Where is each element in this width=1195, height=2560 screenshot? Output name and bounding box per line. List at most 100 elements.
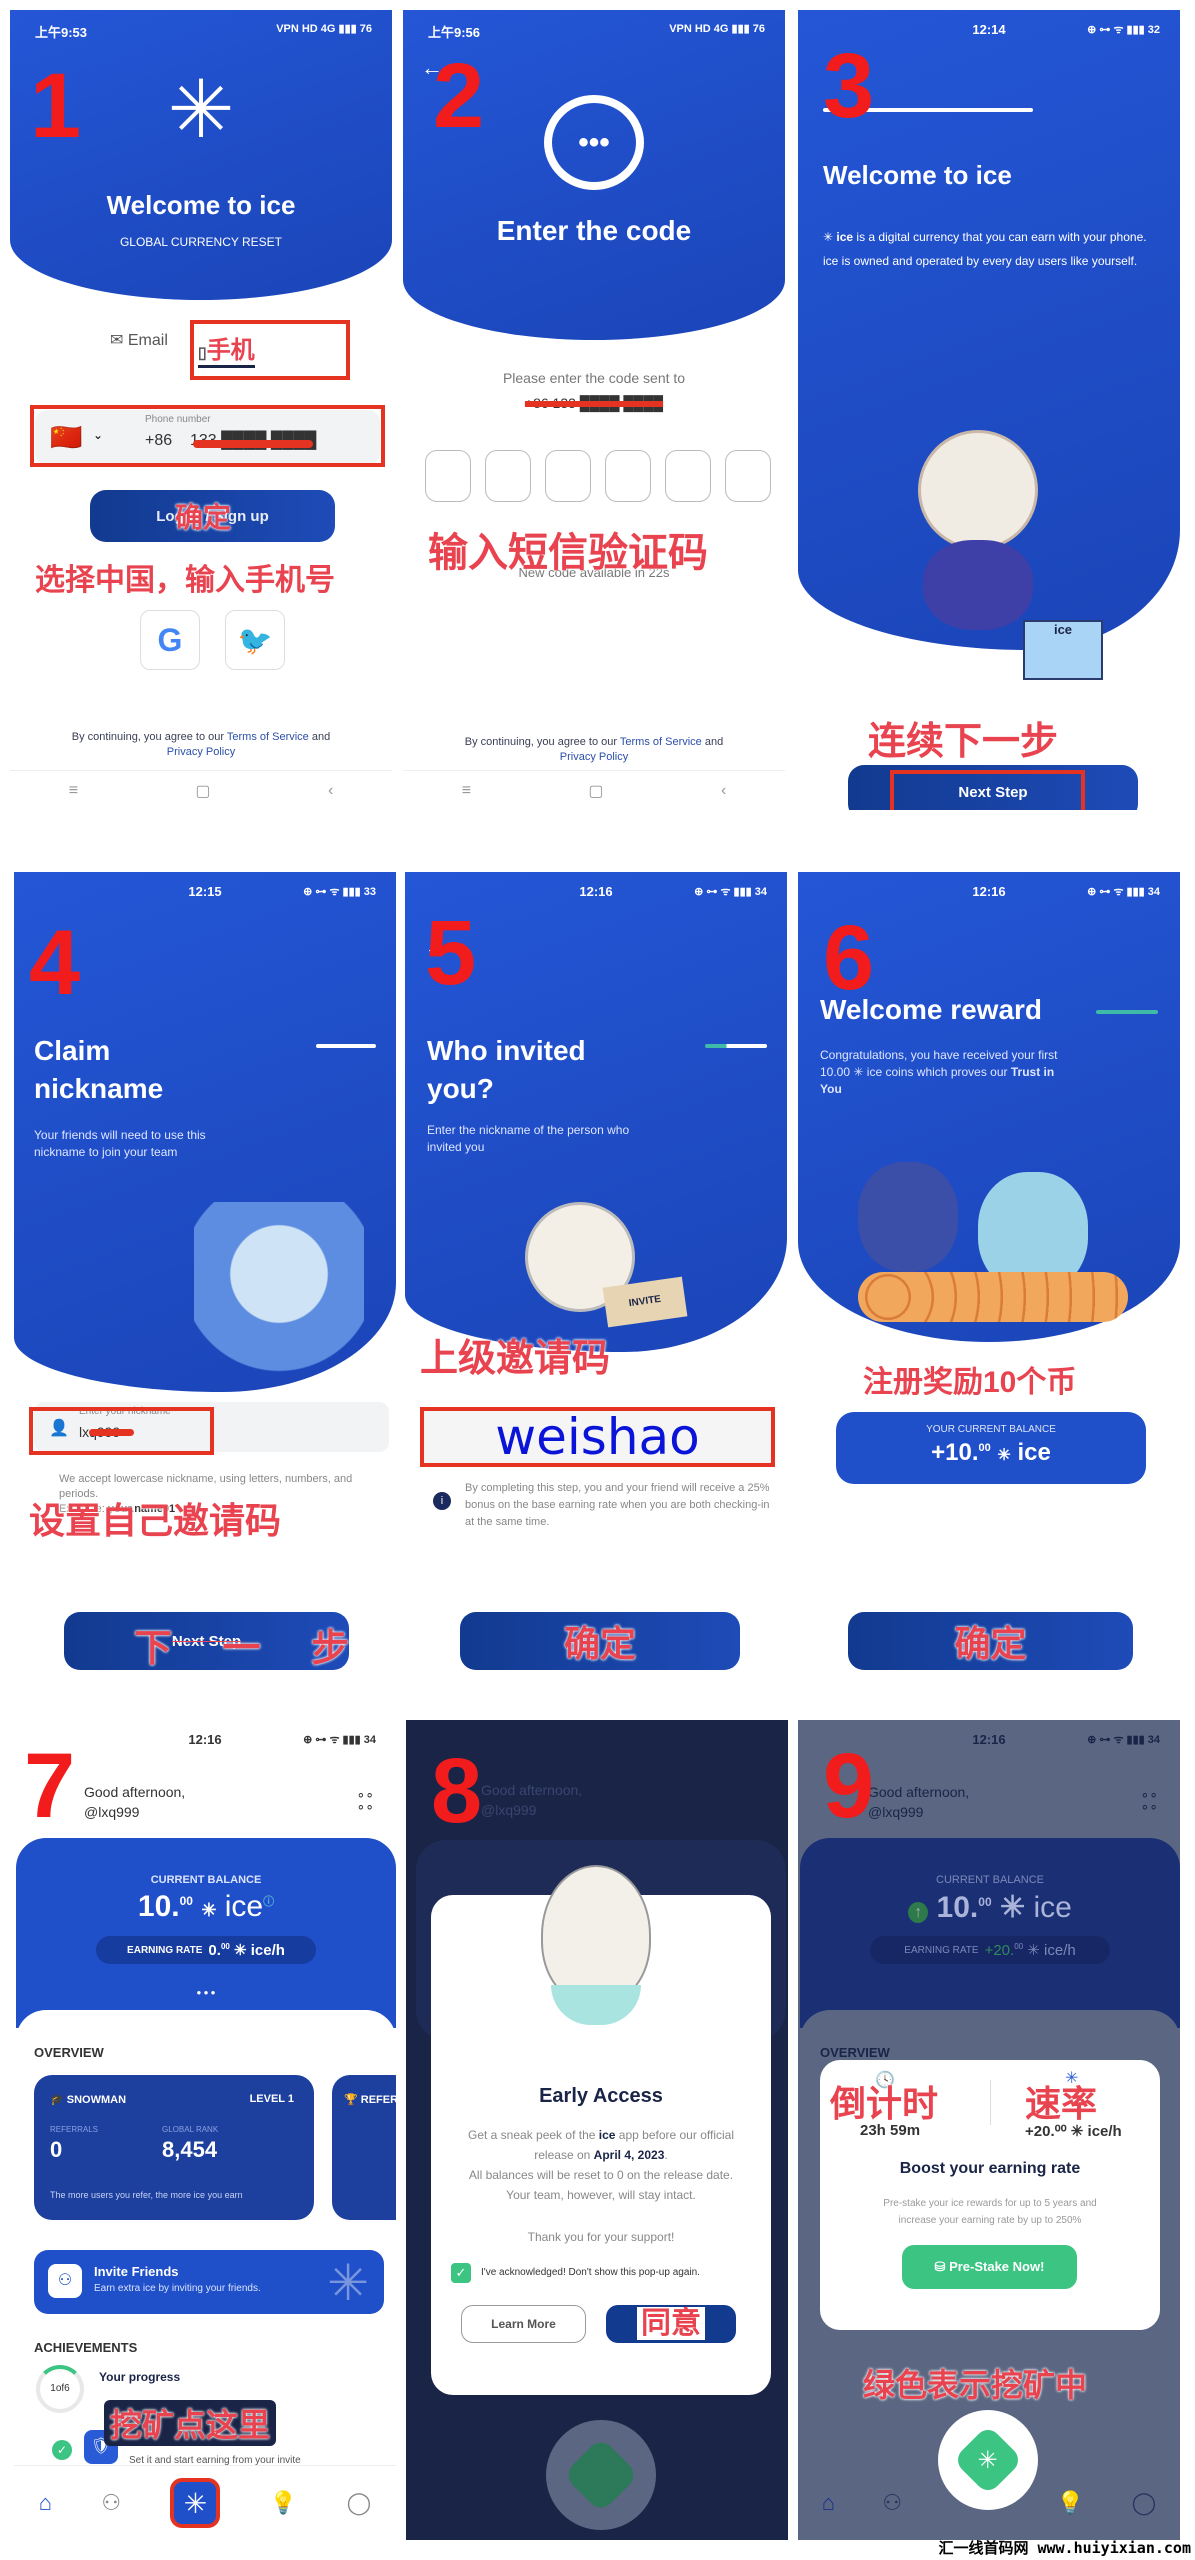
welcome-subtitle: GLOBAL CURRENCY RESET xyxy=(119,235,283,249)
back-icon[interactable]: ‹ xyxy=(721,782,726,800)
mascots-with-coins xyxy=(858,1162,958,1272)
android-navbar: ≡ ▢ ‹ xyxy=(403,770,785,810)
step-2-panel: 上午9:56 VPN HD 4G ▮▮▮ 76 ← ••• Enter the … xyxy=(403,10,785,810)
mail-icon: ✉ xyxy=(110,332,128,349)
tab-profile-icon[interactable]: ◯ xyxy=(347,2490,372,2516)
earning-rate-pill: EARNING RATE 0.00 ✳ ice/h xyxy=(96,1936,316,1964)
trophy-icon: 🏆 xyxy=(344,2094,361,2106)
watermark: 汇一线首码网 www.huiyixian.com xyxy=(938,2539,1191,2557)
graduation-cap-icon: 🎓 xyxy=(50,2094,67,2106)
menu-icon[interactable]: ≡ xyxy=(69,782,78,800)
snowman-card[interactable]: 🎓 SNOWMAN LEVEL 1 REFERRALS 0 GLOBAL RAN… xyxy=(34,2075,314,2220)
ice-icon: ✳ xyxy=(853,1065,864,1079)
progress-ring: 1of6 xyxy=(36,2365,84,2413)
phone-highlight-box xyxy=(30,405,385,467)
code-box[interactable] xyxy=(425,450,471,502)
step-number: 2 xyxy=(433,45,485,147)
confirm-annotation: 确定 xyxy=(175,502,232,533)
progress-title: Your progress xyxy=(99,2370,181,2384)
inviter-input[interactable]: weishao xyxy=(495,1408,700,1466)
terms-link[interactable]: Terms of Service xyxy=(227,731,309,743)
twitter-icon: 🐦 xyxy=(237,624,273,656)
acknowledge-label[interactable]: I've acknowledged! Don't show this pop-u… xyxy=(481,2267,700,2278)
agree-button[interactable]: 同意 xyxy=(606,2305,736,2343)
status-time: 上午9:53 xyxy=(35,25,88,40)
learn-more-button[interactable]: Learn More xyxy=(461,2305,586,2343)
ice-logo-icon: ✳ xyxy=(167,65,235,154)
code-box[interactable] xyxy=(605,450,651,502)
google-login-button[interactable]: G xyxy=(140,610,200,670)
code-box[interactable] xyxy=(485,450,531,502)
privacy-link[interactable]: Privacy Policy xyxy=(167,746,235,758)
menu-icon[interactable]: ≡ xyxy=(462,782,471,800)
code-box[interactable] xyxy=(725,450,771,502)
back-icon[interactable]: ‹ xyxy=(328,782,333,800)
tab-team-icon[interactable]: ⚇ xyxy=(101,2490,121,2516)
step-7-panel: 12:16 ⊕ ⊶ ᯤ ▮▮▮ 34 7 Good afternoon, @lxq… xyxy=(14,1720,396,2540)
modal-title: Early Access xyxy=(539,2085,663,2107)
description: Enter the nickname of the person who inv… xyxy=(427,1123,630,1154)
code-box[interactable] xyxy=(665,450,711,502)
tab-ideas-icon[interactable]: 💡 xyxy=(270,2490,297,2516)
inviter-field[interactable]: weishao xyxy=(420,1407,775,1467)
step-6-panel: 12:16 ⊕ ⊶ ᯤ ▮▮▮ 34 Welcome reward Congra… xyxy=(798,872,1180,1672)
reindeer-mascot xyxy=(918,430,1038,550)
code-box[interactable] xyxy=(545,450,591,502)
info-icon[interactable]: ⓘ xyxy=(263,1896,274,1908)
next-step-annotation: 连续下一步 xyxy=(868,721,1059,763)
tab-profile-icon[interactable]: ◯ xyxy=(1132,2490,1157,2516)
terms-link[interactable]: Terms of Service xyxy=(620,736,702,748)
apps-menu-icon[interactable]: ∘∘ ∘∘ xyxy=(356,1787,374,1813)
google-icon: G xyxy=(157,621,183,658)
balance-value: ↑ 10.00 ✳ ice xyxy=(800,1890,1180,1925)
step-9-panel: 12:16 ⊕ ⊶ ᯤ ▮▮▮ 34 9 Good afternoon, @lxq… xyxy=(798,1720,1180,2540)
greeting: Good afternoon, @lxq999 xyxy=(84,1784,186,1820)
tab-ideas-icon[interactable]: 💡 xyxy=(1057,2490,1084,2516)
thanks-text: Thank you for your support! xyxy=(527,2230,675,2244)
step-3-panel: 12:14 ⊕ ⊶ ᯤ ▮▮▮ 32 Welcome to ice ✳ ice … xyxy=(798,10,1180,810)
balance-value: +10.00 ✳ ice xyxy=(931,1439,1051,1466)
apps-menu-icon[interactable]: ∘∘ ∘∘ xyxy=(1140,1787,1158,1813)
status-bar: 上午9:56 VPN HD 4G ▮▮▮ 76 xyxy=(428,23,765,40)
ice-box: ice xyxy=(1023,620,1103,680)
status-bar: 上午9:53 VPN HD 4G ▮▮▮ 76 xyxy=(10,22,392,42)
status-bar: 12:16 ⊕ ⊶ ᯤ ▮▮▮ 34 xyxy=(972,884,1160,899)
step-5-panel: 12:16 ⊕ ⊶ ᯤ ▮▮▮ 34 ← Who invited you? Ent… xyxy=(405,872,787,1672)
tab-team-icon[interactable]: ⚇ xyxy=(882,2490,902,2516)
step-number: 5 xyxy=(425,902,477,1004)
hedgehog-mascot xyxy=(194,1202,364,1382)
step-number: 1 xyxy=(30,55,82,157)
privacy-link[interactable]: Privacy Policy xyxy=(560,751,628,763)
bottom-tabbar: ⌂ ⚇ ✳ 💡 ◯ xyxy=(14,2465,396,2540)
balance-card: CURRENT BALANCE ↑ 10.00 ✳ ice EARNING RA… xyxy=(800,1838,1180,2028)
home-icon[interactable]: ▢ xyxy=(195,781,210,801)
check-icon: ✓ xyxy=(52,2440,72,2460)
chat-bubble-icon: ••• xyxy=(544,95,644,190)
invite-friends-banner[interactable]: ⚇ Invite Friends Earn extra ice by invit… xyxy=(34,2250,384,2314)
tab-home-icon[interactable]: ⌂ xyxy=(822,2490,835,2516)
balance-card: YOUR CURRENT BALANCE +10.00 ✳ ice xyxy=(836,1412,1146,1484)
confirm-button[interactable]: 确定 xyxy=(460,1612,740,1670)
home-icon[interactable]: ▢ xyxy=(588,781,603,801)
acknowledge-checkbox[interactable]: ✓ xyxy=(451,2263,471,2283)
confirm-button[interactable]: 确定 xyxy=(848,1612,1133,1670)
tab-home-icon[interactable]: ⌂ xyxy=(39,2490,52,2516)
code-input-row xyxy=(425,450,771,502)
twitter-login-button[interactable]: 🐦 xyxy=(225,610,285,670)
progress-indicator xyxy=(1096,1010,1158,1014)
step-number: 7 xyxy=(24,1735,76,1837)
earning-rate-pill: EARNING RATE +20.00 ✳ ice/h xyxy=(870,1936,1110,1964)
carousel-dots[interactable]: ● ● ● xyxy=(16,1988,396,1997)
tab-email[interactable]: ✉ Email xyxy=(110,330,168,368)
step-8-panel: 8 Good afternoon, @lxq999 Early Access Ge… xyxy=(406,1720,788,2540)
tab-mining-button[interactable]: ✳ xyxy=(170,2478,221,2528)
set-nickname-annotation: 设置自己邀请码 xyxy=(29,1500,282,1541)
next-step-annotation: 下 一 步 xyxy=(134,1628,370,1670)
masked-phone: +86 133 ████ ████ xyxy=(524,395,664,411)
rate-annotation: 速率 xyxy=(1025,2083,1098,2124)
coins-icon: ⛁ xyxy=(934,2259,950,2274)
overview-heading: OVERVIEW xyxy=(820,2045,890,2060)
balance-label: CURRENT BALANCE xyxy=(150,1874,262,1886)
refer-card[interactable]: 🏆 REFER xyxy=(332,2075,396,2220)
pre-stake-button[interactable]: ⛁ Pre-Stake Now! xyxy=(902,2245,1077,2289)
